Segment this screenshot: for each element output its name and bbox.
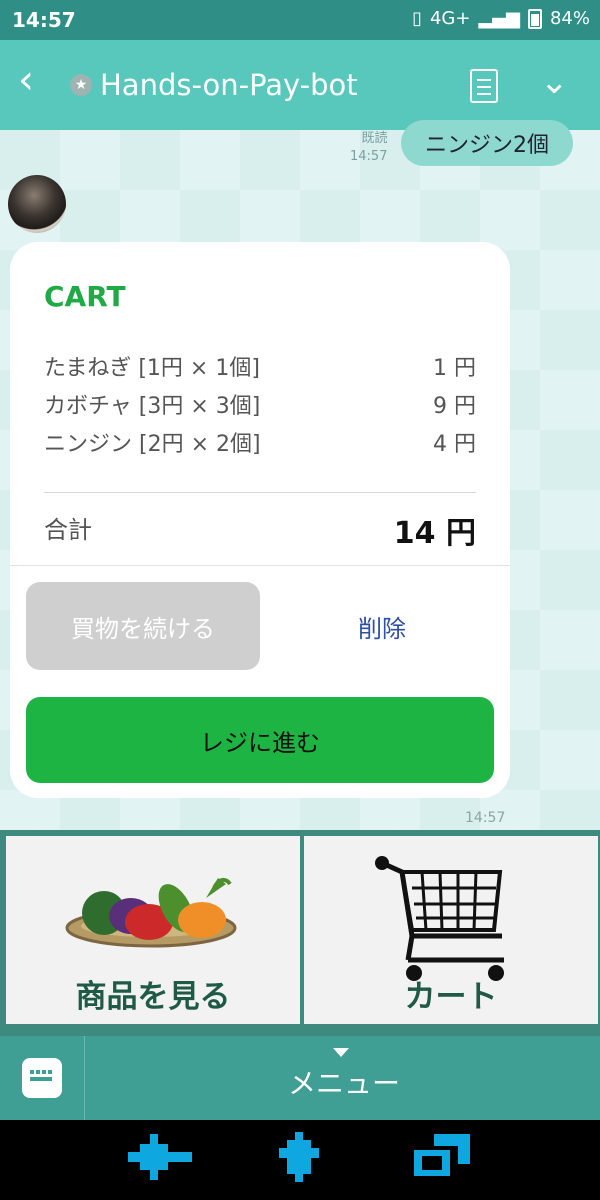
item-name: ニンジン [2円 × 2個]: [44, 432, 261, 457]
cart-items: たまねぎ [1円 × 1個] 1 円 カボチャ [3円 × 3個] 9 円 ニン…: [44, 350, 476, 464]
rich-menu: 商品を見る カート: [0, 830, 600, 1036]
cart-label: カート: [404, 979, 498, 1015]
signal-icon: ▂▄▆: [478, 8, 520, 29]
android-nav-bar: [0, 1120, 600, 1200]
bottom-menu-bar: メニュー: [0, 1036, 600, 1120]
menu-caret-icon: [333, 1048, 349, 1057]
item-price: 1 円: [433, 356, 476, 381]
browse-products-tile[interactable]: 商品を見る: [6, 836, 300, 1024]
status-right: ▯ 4G+ ▂▄▆ 84%: [412, 8, 590, 29]
cart-title: CART: [44, 280, 126, 313]
item-name: カボチャ [3円 × 3個]: [44, 394, 261, 419]
read-status: 既読: [361, 131, 388, 146]
cart-card: CART たまねぎ [1円 × 1個] 1 円 カボチャ [3円 × 3個] 9…: [10, 242, 510, 798]
total-label: 合計: [44, 516, 92, 544]
list-item: ニンジン [2円 × 2個] 4 円: [44, 426, 476, 464]
back-icon[interactable]: ‹: [18, 60, 34, 100]
avatar[interactable]: [8, 175, 66, 233]
vibrate-icon: ▯: [412, 8, 422, 29]
network-label: 4G+: [429, 8, 471, 29]
chat-title: Hands-on-Pay-bot: [100, 68, 358, 102]
sent-message-bubble: ニンジン2個: [401, 120, 573, 166]
item-name: たまねぎ [1円 × 1個]: [44, 356, 260, 381]
chat-header: ‹ ★ Hands-on-Pay-bot ⌄: [0, 40, 600, 130]
received-time: 14:57: [465, 810, 506, 826]
continue-shopping-button[interactable]: 買物を続ける: [26, 582, 260, 670]
battery-text: 84%: [549, 8, 590, 29]
sent-time: 14:57: [350, 149, 388, 164]
delete-button[interactable]: 削除: [270, 582, 494, 670]
official-badge-icon: ★: [70, 74, 92, 96]
battery-icon: [527, 8, 542, 29]
menu-divider: [84, 1036, 85, 1120]
item-price: 4 円: [433, 432, 476, 457]
total-value: 14 円: [393, 516, 476, 551]
item-price: 9 円: [433, 394, 476, 419]
status-bar: 14:57 ▯ 4G+ ▂▄▆ 84%: [0, 0, 600, 40]
recents-nav-icon[interactable]: [414, 1134, 470, 1176]
browse-products-label: 商品を見る: [75, 979, 231, 1015]
home-nav-icon[interactable]: [275, 1132, 323, 1182]
divider: [44, 492, 476, 493]
keyboard-icon[interactable]: [22, 1058, 62, 1098]
menu-toggle[interactable]: メニュー: [288, 1062, 400, 1102]
chat-area: 既読 14:57 ニンジン2個 CART たまねぎ [1円 × 1個] 1 円 …: [0, 120, 600, 830]
cart-tile[interactable]: カート: [304, 836, 598, 1024]
back-nav-icon[interactable]: [128, 1134, 192, 1180]
card-divider: [10, 565, 510, 566]
list-item: たまねぎ [1円 × 1個] 1 円: [44, 350, 476, 388]
sent-meta: 既読 14:57: [350, 130, 387, 166]
checkout-button[interactable]: レジに進む: [26, 697, 494, 783]
note-icon[interactable]: [470, 69, 498, 103]
list-item: カボチャ [3円 × 3個] 9 円: [44, 388, 476, 426]
status-time: 14:57: [12, 8, 76, 32]
chevron-down-icon[interactable]: ⌄: [540, 62, 569, 102]
